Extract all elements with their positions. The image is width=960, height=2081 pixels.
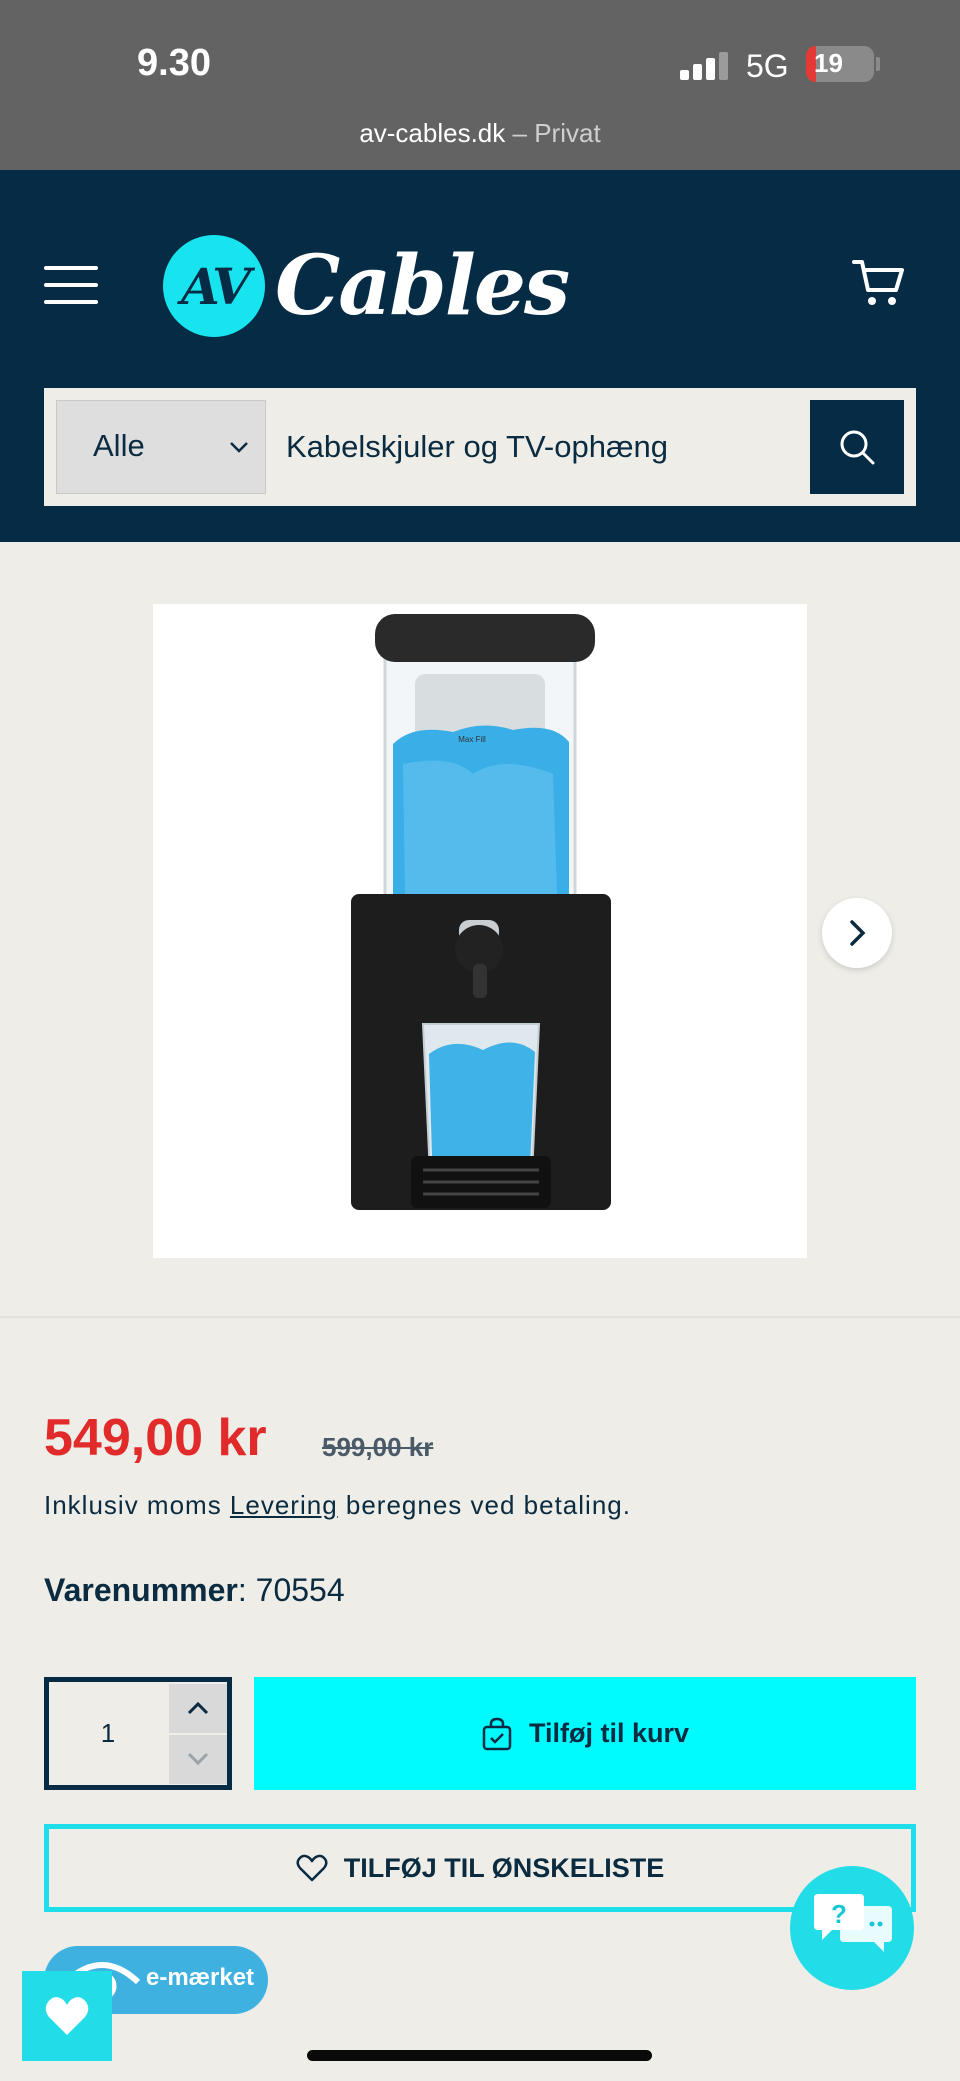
home-indicator: [307, 2050, 652, 2061]
product-price: 549,00 kr: [44, 1409, 267, 1467]
url-separator: –: [505, 118, 535, 148]
category-select[interactable]: Alle: [56, 400, 266, 494]
add-to-cart-label: Tilføj til kurv: [528, 1718, 690, 1748]
chevron-down-icon: [187, 1752, 209, 1766]
status-bar: 9.30 5G 19 av-cables.dk – Privat: [0, 0, 960, 170]
tax-prefix: Inklusiv moms: [44, 1490, 230, 1520]
tax-info: Inklusiv moms Levering beregnes ved beta…: [44, 1490, 631, 1521]
logo-wordmark: Cables: [275, 238, 570, 334]
section-divider: [0, 1316, 960, 1318]
add-to-wishlist-label: TILFØJ TIL ØNSKELISTE: [343, 1852, 665, 1883]
cart-icon[interactable]: [852, 258, 906, 308]
shopping-bag-icon: [482, 1717, 512, 1750]
url-domain: av-cables.dk: [359, 118, 506, 148]
delivery-link[interactable]: Levering: [230, 1490, 338, 1520]
search-icon: [840, 430, 875, 465]
battery-icon: 19: [806, 46, 874, 82]
heart-outline-icon: [296, 1854, 328, 1882]
quantity-input[interactable]: 1: [49, 1682, 167, 1785]
logo-mark-text: AV: [181, 257, 251, 316]
sku-label: Varenummer: [44, 1572, 238, 1608]
tax-suffix: beregnes ved betaling.: [337, 1490, 631, 1520]
product-old-price: 599,00 kr: [322, 1432, 434, 1462]
favorites-floating-button[interactable]: [22, 1971, 112, 2061]
e-maerket-label: e-mærket: [146, 1964, 255, 1991]
chevron-right-icon: [850, 920, 866, 946]
quantity-increase-button[interactable]: [169, 1684, 227, 1733]
hamburger-menu-icon[interactable]: [44, 266, 100, 306]
category-select-value: Alle: [93, 428, 145, 463]
quantity-decrease-button[interactable]: [169, 1735, 227, 1784]
search-button[interactable]: [810, 400, 904, 494]
chat-floating-button[interactable]: ?: [790, 1866, 914, 1990]
site-logo[interactable]: AV Cables: [163, 232, 570, 338]
sku-value: : 70554: [237, 1572, 345, 1608]
product-gallery: Max Fill: [0, 542, 960, 1317]
product-image[interactable]: Max Fill: [153, 604, 807, 1258]
signal-icon: [680, 52, 730, 80]
logo-mark: AV: [163, 235, 265, 337]
max-fill-label: Max Fill: [458, 735, 486, 744]
clock: 9.30: [137, 42, 211, 84]
search-bar: Alle: [44, 388, 916, 506]
add-to-cart-button[interactable]: Tilføj til kurv: [254, 1677, 916, 1790]
chevron-down-icon: [230, 442, 248, 453]
chat-bubbles-icon: ?: [814, 1894, 892, 1952]
chat-question-mark: ?: [831, 1899, 847, 1929]
url-mode: Privat: [534, 118, 601, 148]
chevron-up-icon: [187, 1701, 209, 1715]
url-bar[interactable]: av-cables.dk – Privat: [0, 118, 960, 149]
quantity-stepper: 1: [44, 1677, 232, 1790]
network-type: 5G: [746, 48, 789, 84]
next-image-button[interactable]: [822, 898, 892, 968]
add-to-wishlist-button[interactable]: TILFØJ TIL ØNSKELISTE: [44, 1824, 916, 1912]
search-input[interactable]: [286, 400, 786, 494]
battery-level: 19: [814, 48, 843, 78]
heart-icon: [45, 1997, 89, 2035]
sku: Varenummer: 70554: [44, 1572, 345, 1609]
site-header: AV Cables Alle: [0, 170, 960, 542]
